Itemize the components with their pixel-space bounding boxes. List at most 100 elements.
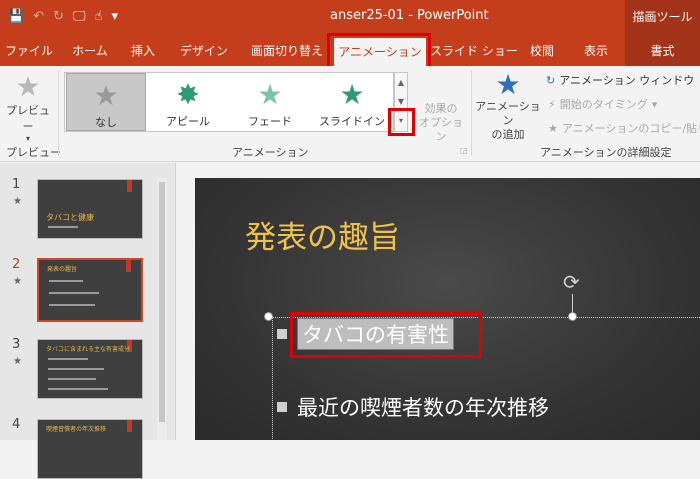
animation-marker-icon: ★ <box>13 276 22 287</box>
chevron-down-icon: ▾ <box>651 97 658 111</box>
group-divider <box>471 70 472 156</box>
animation-painter-label: アニメーションのコピー/貼り付け <box>561 122 700 135</box>
dialog-launcher-icon[interactable]: ◲ <box>460 146 468 155</box>
gallery-item-fly-in[interactable]: ★ スライドイン <box>312 73 392 131</box>
slide-number: 4 <box>12 417 21 432</box>
tab-slideshow[interactable]: スライド ショー <box>430 36 518 66</box>
resize-handle[interactable] <box>568 312 577 321</box>
slide-thumbnails-pane: 1 ★ タバコと健康 2 ★ 発表の趣旨 3 ★ タバコに含まれる主な有害成分 … <box>0 163 176 479</box>
thumbnail-title: タバコと健康 <box>46 213 94 222</box>
tab-view[interactable]: 表示 <box>570 36 622 66</box>
tab-insert[interactable]: 挿入 <box>121 36 165 66</box>
thumbnail-text-line <box>48 378 96 380</box>
customize-qat-icon[interactable]: ▾ <box>111 6 118 28</box>
ribbon: ★ プレビュー ▾ プレビュー ★ なし ✸ アピール ★ フェード ★ スライ… <box>0 66 700 162</box>
gallery-item-appear[interactable]: ✸ アピール <box>148 73 228 131</box>
thumbnail-text-line <box>49 280 83 282</box>
touch-mode-icon[interactable]: ☝ <box>95 6 103 28</box>
none-star-icon: ★ <box>93 79 119 112</box>
gallery-scrollbar: ▲ ▼ ▾ <box>394 72 408 132</box>
thumbnail-text-line <box>48 226 78 228</box>
present-icon[interactable]: 🖵 <box>73 6 86 28</box>
redo-icon[interactable]: ↻ <box>53 6 64 28</box>
resize-handle[interactable] <box>264 312 273 321</box>
trigger-label: 開始のタイミング <box>559 98 648 111</box>
slide-number: 1 <box>12 177 21 192</box>
effect-options-label: オプション <box>419 116 463 143</box>
preview-label: プレビュー <box>6 104 50 133</box>
slide-thumbnail-1[interactable]: タバコと健康 <box>37 179 143 239</box>
scrollbar-thumb[interactable] <box>159 182 165 422</box>
animation-pane-button[interactable]: ↻ アニメーション ウィンドウ <box>546 72 694 88</box>
preview-group-label: プレビュー <box>6 146 61 159</box>
gallery-item-none[interactable]: ★ なし <box>66 73 146 131</box>
bullet-marker <box>277 402 287 412</box>
gallery-item-label: なし <box>95 116 117 129</box>
animation-painter-button[interactable]: ★ アニメーションのコピー/貼り付け <box>548 120 700 136</box>
tab-home[interactable]: ホーム <box>62 36 118 66</box>
chevron-down-icon: ▾ <box>25 134 30 143</box>
slide-thumbnail-4[interactable]: 喫煙習慣者の年次推移 <box>37 419 143 479</box>
rotate-handle-icon[interactable]: ⟳ <box>563 270 580 294</box>
gallery-item-label: スライドイン <box>319 115 385 128</box>
add-animation-button[interactable]: ★ アニメーション の追加 <box>474 70 542 142</box>
gallery-more-icon[interactable]: ▾ <box>395 111 407 130</box>
tab-animations[interactable]: アニメーション <box>334 38 426 66</box>
thumbnail-title: タバコに含まれる主な有害成分 <box>46 346 131 353</box>
bullet-item-1[interactable]: タバコの有害性 <box>277 318 454 350</box>
animation-pane-icon: ↻ <box>546 73 556 87</box>
preview-button[interactable]: ★ プレビュー ▾ <box>2 70 54 144</box>
bullet-text[interactable]: 最近の喫煙者数の年次推移 <box>297 392 549 422</box>
context-tab-header: 描画ツール <box>625 0 700 36</box>
fly-in-star-icon: ★ <box>339 78 365 111</box>
trigger-button[interactable]: ⚡ 開始のタイミング ▾ <box>548 96 657 112</box>
slide-title[interactable]: 発表の趣旨 <box>245 212 400 257</box>
thumbnail-text-line <box>48 368 104 370</box>
undo-icon[interactable]: ↶ <box>33 6 44 28</box>
title-bar: 💾 ↶ ↻ 🖵 ☝ ▾ anser25-01 - PowerPoint 描画ツー… <box>0 0 700 36</box>
thumbnails-scrollbar[interactable] <box>157 178 167 440</box>
slide-canvas[interactable]: 発表の趣旨 ⟳ タバコの有害性 最近の喫煙者数の年次推移 <box>195 178 700 440</box>
effect-options-button[interactable]: 効果の オプション <box>416 102 466 144</box>
gallery-scroll-up-icon[interactable]: ▲ <box>395 73 407 92</box>
thumbnail-accent-bar <box>127 420 132 432</box>
animation-gallery: ★ なし ✸ アピール ★ フェード ★ スライドイン <box>64 72 394 132</box>
thumbnail-accent-bar <box>126 260 131 272</box>
thumbnail-text-line <box>48 358 88 360</box>
slide-thumbnail-2[interactable]: 発表の趣旨 <box>37 258 143 322</box>
selection-border <box>272 317 273 440</box>
slide-number: 2 <box>12 257 21 272</box>
group-divider <box>58 70 59 156</box>
animation-group-label: アニメーション <box>232 146 309 159</box>
gallery-scroll-down-icon[interactable]: ▼ <box>395 92 407 111</box>
tab-transitions[interactable]: 画面切り替え <box>244 36 330 66</box>
gallery-item-fade[interactable]: ★ フェード <box>230 73 310 131</box>
thumbnail-text-line <box>49 292 99 294</box>
tab-review[interactable]: 校閲 <box>520 36 564 66</box>
gallery-item-label: フェード <box>248 115 292 128</box>
save-icon[interactable]: 💾 <box>8 6 24 28</box>
painter-star-icon: ★ <box>548 121 558 135</box>
lightning-icon: ⚡ <box>548 97 556 111</box>
thumbnail-accent-bar <box>127 180 132 192</box>
bullet-item-2[interactable]: 最近の喫煙者数の年次推移 <box>277 392 549 422</box>
fade-star-icon: ★ <box>257 78 283 111</box>
bullet-text[interactable]: タバコの有害性 <box>297 318 454 350</box>
tab-format[interactable]: 書式 <box>625 36 700 66</box>
preview-star-icon: ★ <box>15 70 41 103</box>
quick-access-toolbar: 💾 ↶ ↻ 🖵 ☝ ▾ <box>8 6 118 28</box>
thumbnail-title: 喫煙習慣者の年次推移 <box>46 426 107 433</box>
add-animation-label: の追加 <box>491 128 525 141</box>
effect-options-label: 効果の <box>424 102 458 115</box>
animation-marker-icon: ★ <box>13 356 22 367</box>
advanced-group-label: アニメーションの詳細設定 <box>540 146 672 159</box>
slide-thumbnail-3[interactable]: タバコに含まれる主な有害成分 <box>37 339 143 399</box>
rotate-handle-line <box>572 294 573 314</box>
ribbon-tabs: ファイル ホーム 挿入 デザイン 画面切り替え アニメーション スライド ショー… <box>0 36 700 66</box>
tab-file[interactable]: ファイル <box>0 36 58 66</box>
thumbnail-text-line <box>48 388 108 390</box>
tab-design[interactable]: デザイン <box>171 36 237 66</box>
thumbnail-title: 発表の趣旨 <box>47 266 78 273</box>
animation-marker-icon: ★ <box>13 196 22 207</box>
appear-star-icon: ✸ <box>176 78 200 111</box>
